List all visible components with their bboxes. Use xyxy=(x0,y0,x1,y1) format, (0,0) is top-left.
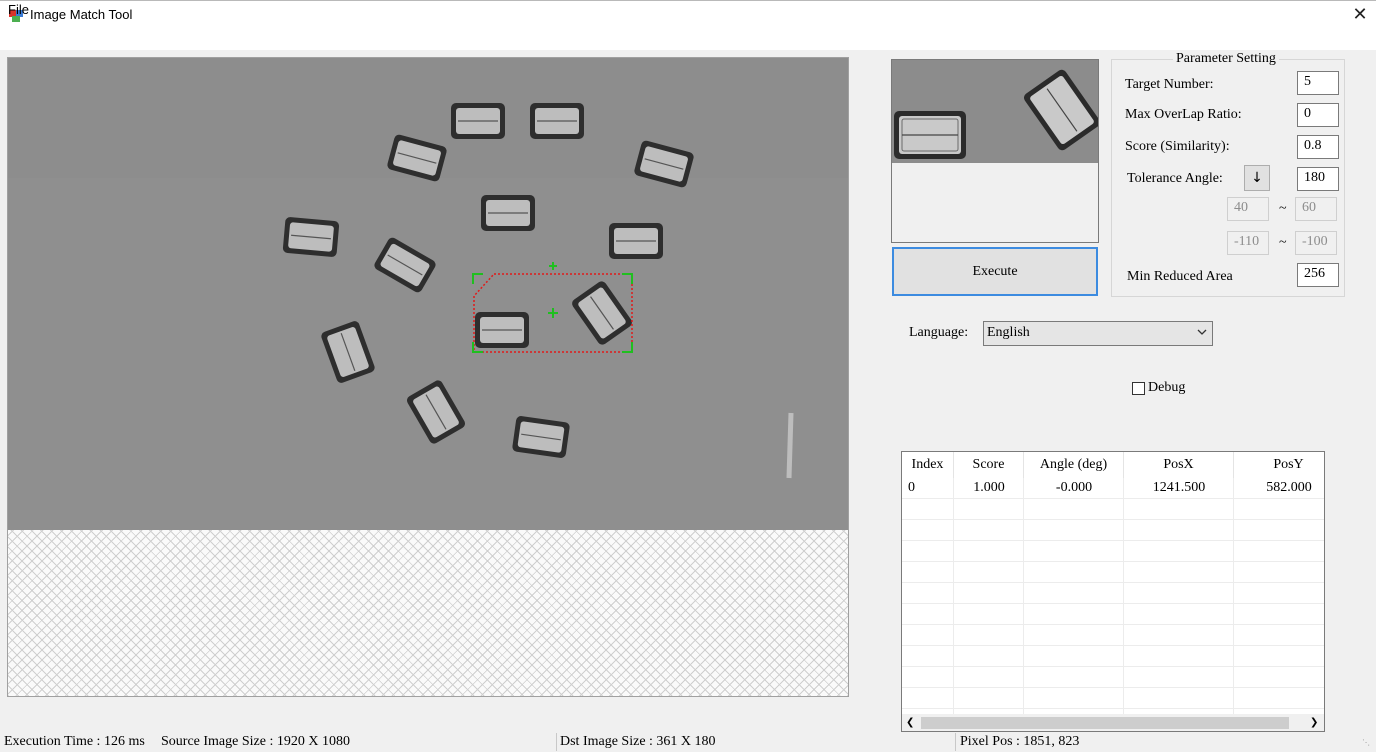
range2-to-input[interactable]: -100 xyxy=(1295,231,1337,255)
status-source-size: Source Image Size : 1920 X 1080 xyxy=(161,734,350,749)
score-input[interactable]: 0.8 xyxy=(1297,135,1339,159)
arrow-left-icon[interactable]: ❮ xyxy=(906,714,914,731)
target-number-input[interactable]: 5 xyxy=(1297,71,1339,95)
part xyxy=(481,195,535,231)
cell-posy: 582.000 xyxy=(1266,480,1312,495)
range2-from-input[interactable]: -110 xyxy=(1227,231,1269,255)
status-execution-time: Execution Time : 126 ms xyxy=(4,734,145,749)
part xyxy=(609,223,663,259)
min-reduced-area-label: Min Reduced Area xyxy=(1127,269,1233,284)
horizontal-scrollbar[interactable]: ❮ ❯ xyxy=(902,714,1324,731)
menu-file[interactable]: File xyxy=(8,2,29,17)
source-image xyxy=(8,58,848,530)
source-image-panel[interactable] xyxy=(7,57,849,697)
target-number-label: Target Number: xyxy=(1125,77,1214,92)
part xyxy=(451,103,505,139)
menu-bar xyxy=(0,31,1376,50)
template-image xyxy=(892,60,1098,163)
language-label: Language: xyxy=(909,325,969,340)
tolerance-angle-label: Tolerance Angle: xyxy=(1127,171,1223,186)
column-header-posx[interactable]: PosX xyxy=(1124,452,1234,478)
range1-to-input[interactable]: 60 xyxy=(1295,197,1337,221)
window-title: Image Match Tool xyxy=(30,7,133,22)
arrow-right-icon[interactable]: ❯ xyxy=(1310,714,1318,731)
tolerance-angle-toggle-button[interactable]: ↓ xyxy=(1244,165,1270,191)
max-overlap-input[interactable]: 0 xyxy=(1297,103,1339,127)
cell-angle: -0.000 xyxy=(1055,480,1093,495)
cell-score: 1.000 xyxy=(973,480,1005,495)
template-preview-panel xyxy=(891,59,1099,243)
language-select[interactable]: English xyxy=(983,321,1213,346)
column-header-angle[interactable]: Angle (deg) xyxy=(1024,452,1124,478)
part xyxy=(282,217,340,257)
column-header-score[interactable]: Score xyxy=(954,452,1024,478)
debug-label: Debug xyxy=(1148,380,1186,395)
column-header-posy[interactable]: PosY xyxy=(1234,452,1324,478)
part xyxy=(512,416,570,458)
max-overlap-label: Max OverLap Ratio: xyxy=(1125,107,1242,122)
range1-from-input[interactable]: 40 xyxy=(1227,197,1269,221)
part xyxy=(530,103,584,139)
close-button[interactable]: ✕ xyxy=(1344,0,1376,30)
tolerance-angle-input[interactable]: 180 xyxy=(1297,167,1339,191)
parameter-group-title: Parameter Setting xyxy=(1173,51,1279,67)
debug-checkbox[interactable] xyxy=(1132,382,1145,395)
score-label: Score (Similarity): xyxy=(1125,139,1230,154)
title-bar xyxy=(0,0,1376,31)
results-table[interactable]: Index Score Angle (deg) PosX PosY 0 1.00… xyxy=(901,451,1325,732)
scrollbar-thumb[interactable] xyxy=(921,717,1289,729)
range2-separator: ~ xyxy=(1279,235,1287,250)
chevron-down-icon[interactable] xyxy=(1196,325,1208,339)
range1-separator: ~ xyxy=(1279,201,1287,216)
part xyxy=(475,312,529,348)
status-dst-size: Dst Image Size : 361 X 180 xyxy=(560,734,716,749)
execute-button[interactable]: Execute xyxy=(892,247,1098,296)
cell-index: 0 xyxy=(908,480,915,495)
column-header-index[interactable]: Index xyxy=(902,452,954,478)
min-reduced-area-input[interactable]: 256 xyxy=(1297,263,1339,287)
cell-posx: 1241.500 xyxy=(1152,480,1206,495)
status-pixel-pos: Pixel Pos : 1851, 823 xyxy=(960,734,1080,749)
resize-grip-icon[interactable]: ⋱ xyxy=(1362,738,1372,748)
